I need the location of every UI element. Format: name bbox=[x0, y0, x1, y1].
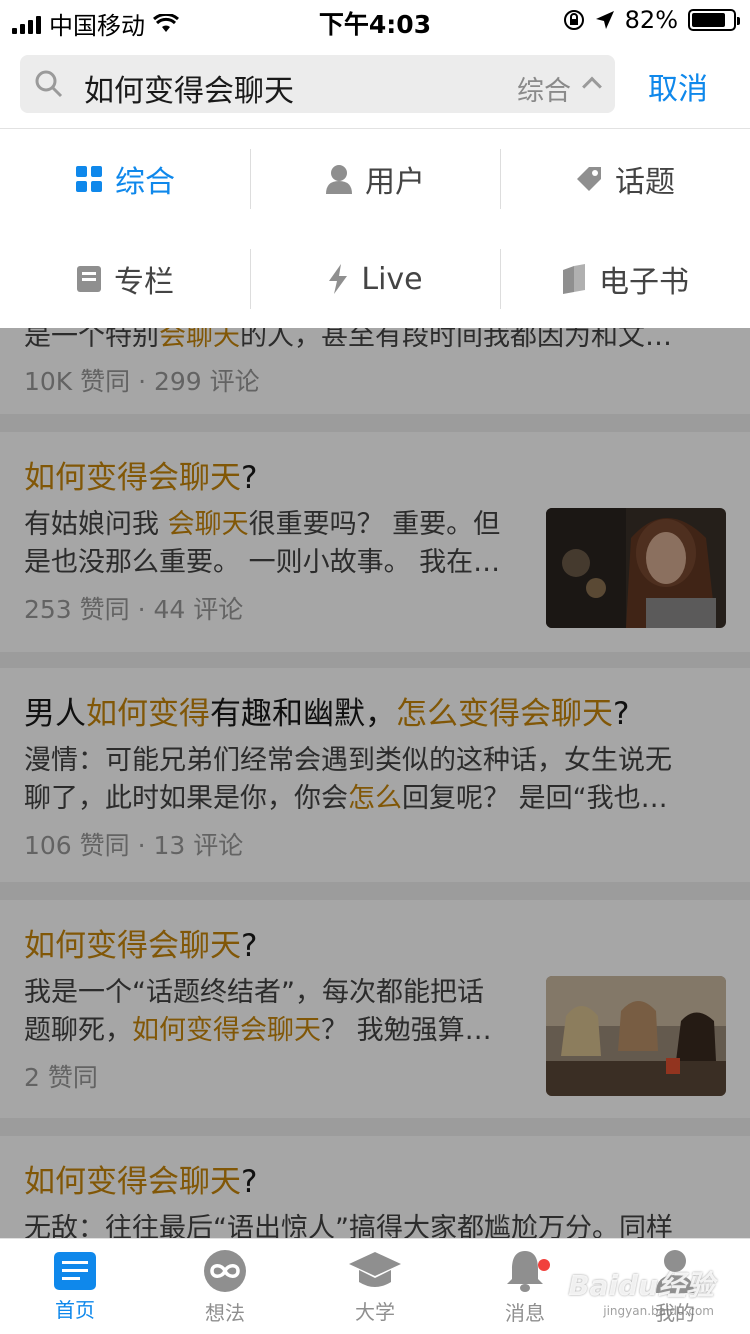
filter-option-ebooks[interactable]: 电子书 bbox=[500, 229, 750, 329]
tab-home[interactable]: 首页 bbox=[0, 1239, 150, 1334]
grid-icon bbox=[76, 166, 102, 192]
rotation-lock-icon bbox=[563, 10, 584, 30]
battery-percent: 82% bbox=[624, 6, 678, 34]
tab-university[interactable]: 大学 bbox=[300, 1239, 450, 1334]
search-header: 如何变得会聊天 综合 取消 bbox=[0, 40, 750, 128]
column-icon bbox=[77, 266, 101, 292]
filter-row: 综合 用户 话题 bbox=[0, 129, 750, 229]
search-icon bbox=[35, 70, 63, 98]
filter-option-live[interactable]: Live bbox=[250, 229, 500, 329]
tab-ideas[interactable]: 想法 bbox=[150, 1239, 300, 1334]
search-scope-dropdown[interactable]: 综合 bbox=[517, 69, 571, 108]
lightning-icon bbox=[329, 264, 348, 294]
chevron-up-icon[interactable] bbox=[582, 76, 602, 97]
infinity-icon bbox=[204, 1249, 246, 1292]
bell-icon bbox=[507, 1250, 543, 1292]
watermark-logo: Baidu经验 jingyan.baidu.com bbox=[568, 1269, 714, 1318]
search-query[interactable]: 如何变得会聊天 bbox=[84, 66, 294, 110]
graduation-cap-icon bbox=[349, 1251, 401, 1287]
filter-option-columns[interactable]: 专栏 bbox=[0, 229, 250, 329]
battery-icon bbox=[688, 9, 740, 31]
status-bar: 中国移动 下午4:03 82% bbox=[0, 0, 750, 40]
search-input[interactable]: 如何变得会聊天 综合 bbox=[20, 55, 615, 113]
user-icon bbox=[326, 165, 352, 194]
filter-row: 专栏 Live 电子书 bbox=[0, 229, 750, 329]
book-icon bbox=[563, 264, 585, 294]
filter-option-topics[interactable]: 话题 bbox=[500, 129, 750, 229]
search-filter-panel: 综合 用户 话题 专栏 Live 电子书 bbox=[0, 128, 750, 328]
filter-option-users[interactable]: 用户 bbox=[250, 129, 500, 229]
filter-option-all[interactable]: 综合 bbox=[0, 129, 250, 229]
cancel-button[interactable]: 取消 bbox=[648, 64, 708, 108]
notification-badge bbox=[538, 1259, 550, 1271]
tag-icon bbox=[577, 167, 601, 191]
location-icon bbox=[595, 11, 614, 29]
status-right: 82% bbox=[563, 6, 740, 34]
home-icon bbox=[54, 1251, 96, 1290]
